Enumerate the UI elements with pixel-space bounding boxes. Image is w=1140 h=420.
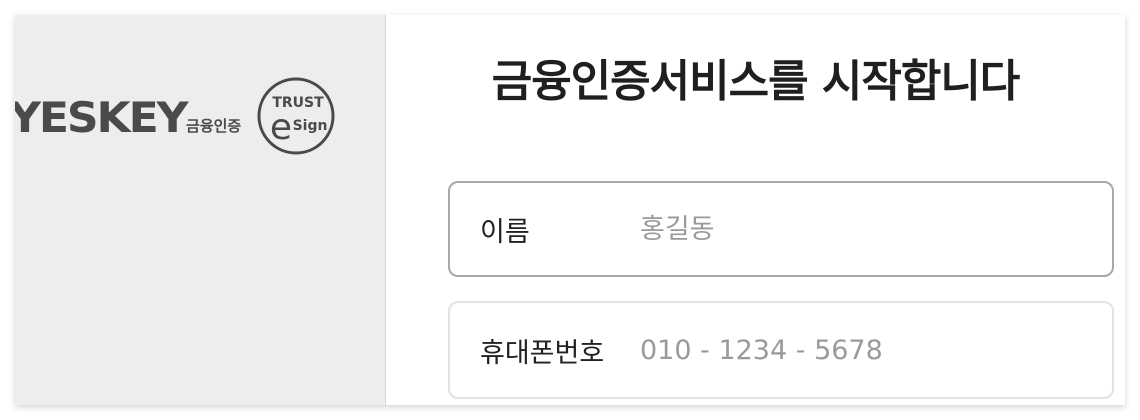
auth-card: YESKEY 금융인증 TRUST e Sign 금융인증서비스를 시작합니다 … [15,15,1125,405]
name-field[interactable]: 이름 [448,181,1114,277]
trust-esign-logo: TRUST e Sign [257,77,335,155]
name-input[interactable] [640,213,1112,245]
brand-logos: YESKEY 금융인증 TRUST e Sign [15,77,337,159]
name-label: 이름 [480,216,530,248]
phone-input[interactable] [640,334,1112,366]
trust-logo-bottom-text: Sign [293,118,328,134]
trust-logo-e: e [270,107,292,148]
yeskey-subtitle: 금융인증 [186,116,242,135]
brand-panel: YESKEY 금융인증 TRUST e Sign [15,15,386,405]
main-panel: 금융인증서비스를 시작합니다 이름 휴대폰번호 [386,15,1125,405]
yeskey-logo: YESKEY [15,93,189,142]
phone-label: 휴대폰번호 [480,337,605,369]
page-title: 금융인증서비스를 시작합니다 [491,56,1021,107]
phone-field[interactable]: 휴대폰번호 [448,301,1114,399]
